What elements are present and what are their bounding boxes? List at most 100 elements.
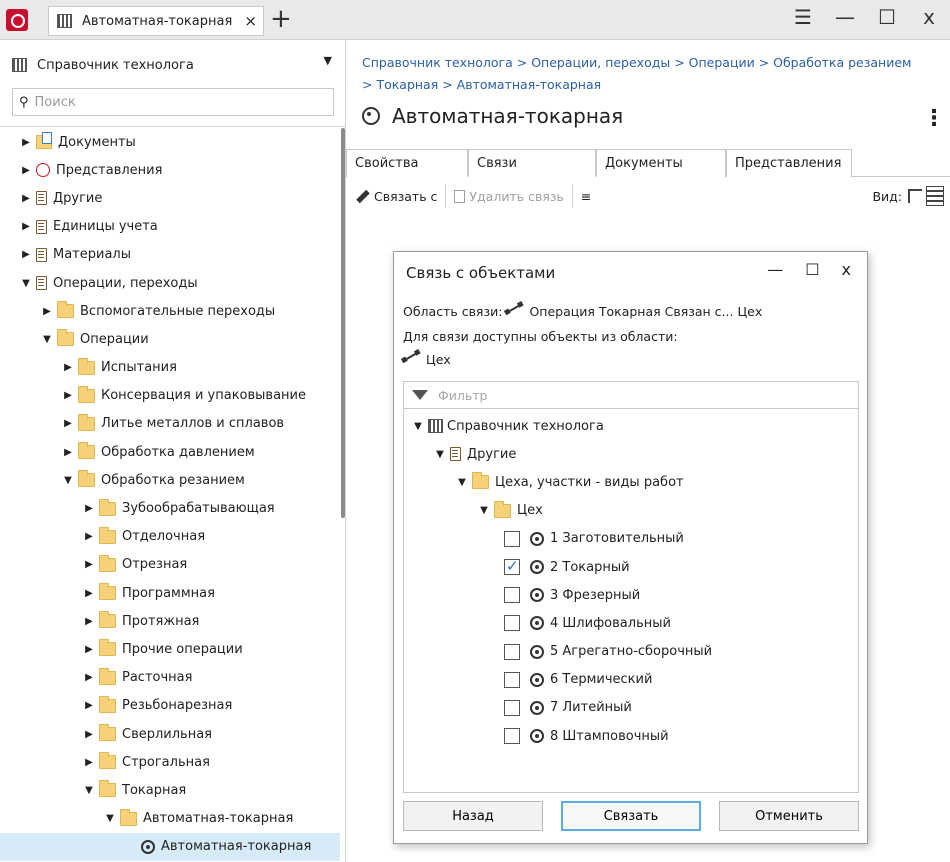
expand-arrow-icon[interactable]: ▶: [83, 588, 95, 599]
filter-box[interactable]: [403, 381, 859, 409]
collapse-arrow-icon[interactable]: ▼: [478, 505, 490, 516]
expand-arrow-icon[interactable]: ▶: [62, 447, 74, 458]
dialog-tree-item[interactable]: ▼ Справочник технолога: [412, 412, 712, 440]
expand-arrow-icon[interactable]: ▶: [62, 390, 74, 401]
unlink-button[interactable]: Удалить связь: [446, 184, 571, 208]
workshop-list-item[interactable]: 4 Шлифовальный: [412, 609, 712, 637]
expand-arrow-icon[interactable]: ▶: [83, 616, 95, 627]
dialog-close-button[interactable]: x: [842, 260, 851, 279]
sidebar-tree-item[interactable]: ▶ Документы: [0, 128, 340, 156]
library-selector[interactable]: Справочник технолога ▼: [12, 54, 334, 76]
workshop-checkbox[interactable]: [504, 728, 520, 745]
sidebar-tree-item[interactable]: ▶ Расточная: [0, 664, 340, 692]
expand-arrow-icon[interactable]: ▶: [62, 418, 74, 429]
link-confirm-button[interactable]: Связать: [561, 801, 701, 831]
collapse-arrow-icon[interactable]: ▼: [20, 278, 32, 289]
maximize-button[interactable]: ☐: [876, 5, 898, 29]
expand-arrow-icon[interactable]: ▶: [83, 729, 95, 740]
workshop-checkbox[interactable]: [504, 643, 520, 660]
expand-arrow-icon[interactable]: ▶: [83, 531, 95, 542]
collapse-arrow-icon[interactable]: ▼: [412, 421, 424, 432]
back-button[interactable]: Назад: [403, 801, 543, 831]
expand-arrow-icon[interactable]: ▶: [83, 700, 95, 711]
expand-arrow-icon[interactable]: ▶: [62, 362, 74, 373]
sidebar-tree-item[interactable]: ▶ Протяжная: [0, 607, 340, 635]
sidebar-tree-item[interactable]: ▶ Вспомогательные переходы: [0, 297, 340, 325]
expand-arrow-icon[interactable]: ▶: [83, 559, 95, 570]
sidebar-tree-item[interactable]: ▶ Единицы учета: [0, 213, 340, 241]
expand-arrow-icon[interactable]: ▶: [41, 306, 53, 317]
sidebar-tree-item[interactable]: ▼ Токарная: [0, 776, 340, 804]
collapse-arrow-icon[interactable]: ▼: [434, 449, 446, 460]
collapse-arrow-icon[interactable]: ▼: [62, 475, 74, 486]
expand-arrow-icon[interactable]: ▶: [20, 137, 32, 148]
expand-arrow-icon[interactable]: ▶: [83, 672, 95, 683]
workshop-list-item[interactable]: 2 Токарный: [412, 553, 712, 581]
sidebar-tree-item[interactable]: ▶ Отрезная: [0, 551, 340, 579]
collapse-arrow-icon[interactable]: ▼: [104, 813, 116, 824]
dialog-tree-item[interactable]: ▼ Другие: [412, 440, 712, 468]
link-button[interactable]: Связать с: [346, 184, 445, 208]
collapse-arrow-icon[interactable]: ▼: [41, 334, 53, 345]
breadcrumb-line-2[interactable]: > Токарная > Автоматная-токарная: [362, 74, 950, 96]
dialog-tree-item[interactable]: ▼ Цех: [412, 497, 712, 525]
breadcrumb-line-1[interactable]: Справочник технолога > Операции, переход…: [362, 52, 950, 74]
scrollbar[interactable]: [341, 128, 345, 518]
close-tab-icon[interactable]: ×: [244, 12, 257, 30]
sidebar-tree-item[interactable]: ▶ Обработка давлением: [0, 438, 340, 466]
dialog-maximize-button[interactable]: ☐: [805, 260, 819, 279]
list-view-icon[interactable]: [926, 186, 944, 206]
search-input[interactable]: [32, 93, 313, 111]
expand-arrow-icon[interactable]: ▶: [83, 644, 95, 655]
sidebar-tree-item[interactable]: ▶ Сверлильная: [0, 720, 340, 748]
sidebar-tree-item[interactable]: ▶ Резьбонарезная: [0, 692, 340, 720]
filter-input[interactable]: [436, 386, 836, 404]
close-window-button[interactable]: x: [918, 5, 940, 29]
expand-arrow-icon[interactable]: ▶: [83, 757, 95, 768]
workshop-checkbox[interactable]: [504, 587, 520, 604]
workshop-list-item[interactable]: 6 Термический: [412, 666, 712, 694]
new-tab-button[interactable]: +: [270, 4, 292, 34]
tab-properties[interactable]: Свойства: [346, 149, 468, 177]
minimize-button[interactable]: —: [834, 5, 856, 29]
dialog-minimize-button[interactable]: —: [767, 260, 783, 279]
sidebar-tree-item[interactable]: ▶ Литье металлов и сплавов: [0, 410, 340, 438]
workshop-checkbox[interactable]: [504, 699, 520, 716]
sidebar-tree-item[interactable]: ▶ Программная: [0, 579, 340, 607]
workshop-list-item[interactable]: 3 Фрезерный: [412, 581, 712, 609]
sidebar-tree-item[interactable]: ▶ Прочие операции: [0, 635, 340, 663]
tab-views[interactable]: Представления: [726, 149, 852, 177]
document-tab[interactable]: Автоматная-токарная ×: [48, 6, 264, 36]
tab-links[interactable]: Связи: [468, 149, 596, 177]
workshop-checkbox[interactable]: [504, 671, 520, 688]
workshop-checkbox[interactable]: [504, 557, 520, 576]
sidebar-tree-item[interactable]: ▼ Обработка резанием: [0, 466, 340, 494]
cancel-button[interactable]: Отменить: [719, 801, 859, 831]
sidebar-tree-item[interactable]: ▶ Другие: [0, 184, 340, 212]
sidebar-tree-item[interactable]: ▶ Строгальная: [0, 748, 340, 776]
sidebar-tree-item[interactable]: ▶ Консервация и упаковывание: [0, 382, 340, 410]
workshop-list-item[interactable]: 8 Штамповочный: [412, 722, 712, 750]
chevron-down-icon[interactable]: ▼: [324, 54, 332, 67]
workshop-checkbox[interactable]: [504, 530, 520, 547]
sidebar-tree-item[interactable]: ▶ Материалы: [0, 241, 340, 269]
expand-arrow-icon[interactable]: ▶: [20, 193, 32, 204]
workshop-list-item[interactable]: 7 Литейный: [412, 694, 712, 722]
menu-icon[interactable]: ☰: [792, 5, 814, 29]
app-logo-icon[interactable]: [6, 9, 28, 31]
expand-arrow-icon[interactable]: ▶: [20, 165, 32, 176]
sidebar-tree-item[interactable]: ▶Автоматная-токарная: [0, 832, 340, 861]
sidebar-tree-item[interactable]: ▼ Автоматная-токарная: [0, 805, 340, 833]
sidebar-tree-item[interactable]: ▼ Операции: [0, 325, 340, 353]
sidebar-tree-item[interactable]: ▶ Испытания: [0, 354, 340, 382]
expand-arrow-icon[interactable]: ▶: [83, 503, 95, 514]
sidebar-tree-item[interactable]: ▶ Зубообрабатывающая: [0, 494, 340, 522]
collapse-arrow-icon[interactable]: ▼: [83, 785, 95, 796]
tree-view-icon[interactable]: [908, 189, 922, 203]
tab-documents[interactable]: Документы: [596, 149, 726, 177]
sidebar-tree-item[interactable]: ▼ Операции, переходы: [0, 269, 340, 297]
workshop-list-item[interactable]: 5 Агрегатно-сборочный: [412, 638, 712, 666]
workshop-list-item[interactable]: 1 Заготовительный: [412, 525, 712, 553]
expand-arrow-icon[interactable]: ▶: [20, 221, 32, 232]
collapse-arrow-icon[interactable]: ▼: [456, 477, 468, 488]
